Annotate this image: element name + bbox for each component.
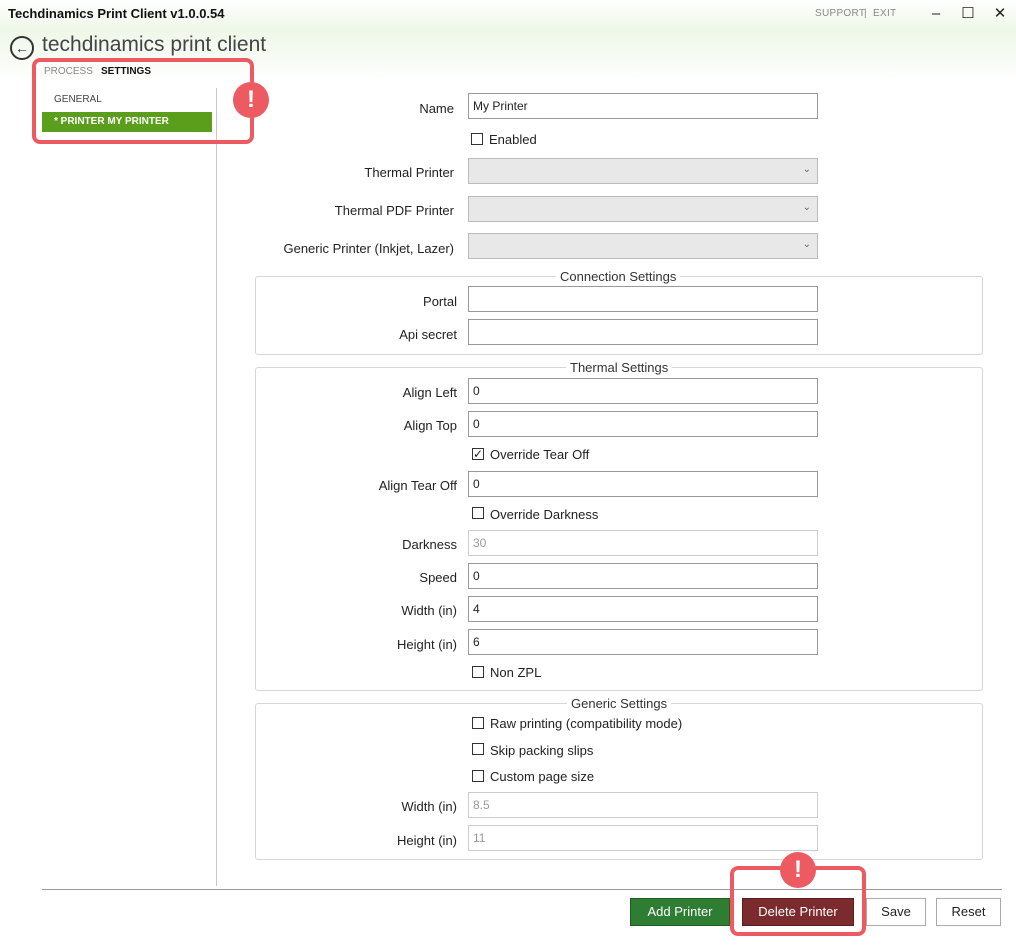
portal-input[interactable] bbox=[468, 286, 818, 312]
override-tear-off-checkbox[interactable]: ✓ bbox=[472, 448, 484, 460]
non-zpl-label: Non ZPL bbox=[490, 665, 542, 680]
connection-settings-title: Connection Settings bbox=[556, 269, 681, 284]
name-label: Name bbox=[419, 101, 454, 116]
speed-input[interactable] bbox=[468, 563, 818, 589]
skip-packing-slips-label: Skip packing slips bbox=[490, 743, 594, 758]
alert-badge: ! bbox=[780, 852, 816, 888]
generic-printer-label: Generic Printer (Inkjet, Lazer) bbox=[283, 241, 454, 256]
override-darkness-checkbox[interactable] bbox=[472, 507, 484, 519]
thermal-printer-select[interactable]: ⌄ bbox=[468, 158, 818, 184]
checkmark-icon: ✓ bbox=[473, 447, 484, 461]
generic-width-input[interactable] bbox=[468, 792, 818, 818]
align-top-label: Align Top bbox=[403, 418, 457, 433]
sidebar-divider bbox=[216, 88, 217, 886]
custom-page-size-checkbox[interactable] bbox=[472, 770, 484, 782]
enabled-checkbox[interactable] bbox=[471, 133, 483, 145]
generic-settings-title: Generic Settings bbox=[567, 696, 672, 711]
close-icon[interactable]: ✕ bbox=[988, 4, 1012, 24]
reset-button[interactable]: Reset bbox=[936, 898, 1001, 926]
exit-link[interactable]: EXIT bbox=[873, 8, 896, 19]
raw-printing-label: Raw printing (compatibility mode) bbox=[490, 716, 683, 731]
thermal-height-label: Height (in) bbox=[397, 637, 457, 652]
save-button[interactable]: Save bbox=[866, 898, 926, 926]
override-tear-off-label: Override Tear Off bbox=[490, 447, 590, 462]
alert-badge: ! bbox=[233, 82, 269, 118]
chevron-down-icon: ⌄ bbox=[802, 164, 811, 175]
align-top-input[interactable] bbox=[468, 411, 818, 437]
thermal-width-label: Width (in) bbox=[401, 603, 457, 618]
app-name: techdinamics print client bbox=[42, 33, 267, 56]
darkness-input[interactable] bbox=[468, 530, 818, 556]
portal-label: Portal bbox=[423, 294, 457, 309]
minimize-icon[interactable]: – bbox=[924, 4, 948, 24]
custom-page-size-label: Custom page size bbox=[490, 769, 595, 784]
support-link[interactable]: SUPPORT bbox=[815, 8, 865, 19]
generic-height-label: Height (in) bbox=[397, 833, 457, 848]
thermal-printer-label: Thermal Printer bbox=[364, 165, 454, 180]
api-secret-label: Api secret bbox=[399, 327, 457, 342]
title-bar: Techdinamics Print Client v1.0.0.54 SUPP… bbox=[0, 0, 1016, 30]
thermal-pdf-printer-label: Thermal PDF Printer bbox=[334, 203, 454, 218]
highlight-box-sidebar bbox=[32, 58, 254, 144]
raw-printing-checkbox[interactable] bbox=[472, 717, 484, 729]
chevron-down-icon: ⌄ bbox=[802, 202, 811, 213]
generic-width-label: Width (in) bbox=[401, 799, 457, 814]
add-printer-button[interactable]: Add Printer bbox=[630, 898, 730, 926]
align-left-input[interactable] bbox=[468, 378, 818, 404]
api-secret-input[interactable] bbox=[468, 319, 818, 345]
back-arrow-icon[interactable]: ← bbox=[10, 36, 34, 60]
link-separator: | bbox=[864, 8, 867, 19]
maximize-icon[interactable]: ☐ bbox=[956, 4, 980, 24]
thermal-width-input[interactable] bbox=[468, 596, 818, 622]
chevron-down-icon: ⌄ bbox=[802, 239, 811, 250]
align-left-label: Align Left bbox=[402, 385, 457, 400]
generic-height-input[interactable] bbox=[468, 825, 818, 851]
thermal-height-input[interactable] bbox=[468, 629, 818, 655]
override-darkness-label: Override Darkness bbox=[490, 507, 599, 522]
non-zpl-checkbox[interactable] bbox=[472, 666, 484, 678]
thermal-settings-title: Thermal Settings bbox=[566, 360, 673, 375]
skip-packing-slips-checkbox[interactable] bbox=[472, 743, 484, 755]
window-title: Techdinamics Print Client v1.0.0.54 bbox=[8, 6, 225, 21]
thermal-pdf-printer-select[interactable]: ⌄ bbox=[468, 196, 818, 222]
align-tear-off-input[interactable] bbox=[468, 471, 818, 497]
enabled-label: Enabled bbox=[489, 132, 537, 147]
generic-printer-select[interactable]: ⌄ bbox=[468, 233, 818, 259]
speed-label: Speed bbox=[419, 570, 457, 585]
darkness-label: Darkness bbox=[402, 537, 457, 552]
align-tear-off-label: Align Tear Off bbox=[378, 478, 457, 493]
name-input[interactable] bbox=[468, 93, 818, 119]
